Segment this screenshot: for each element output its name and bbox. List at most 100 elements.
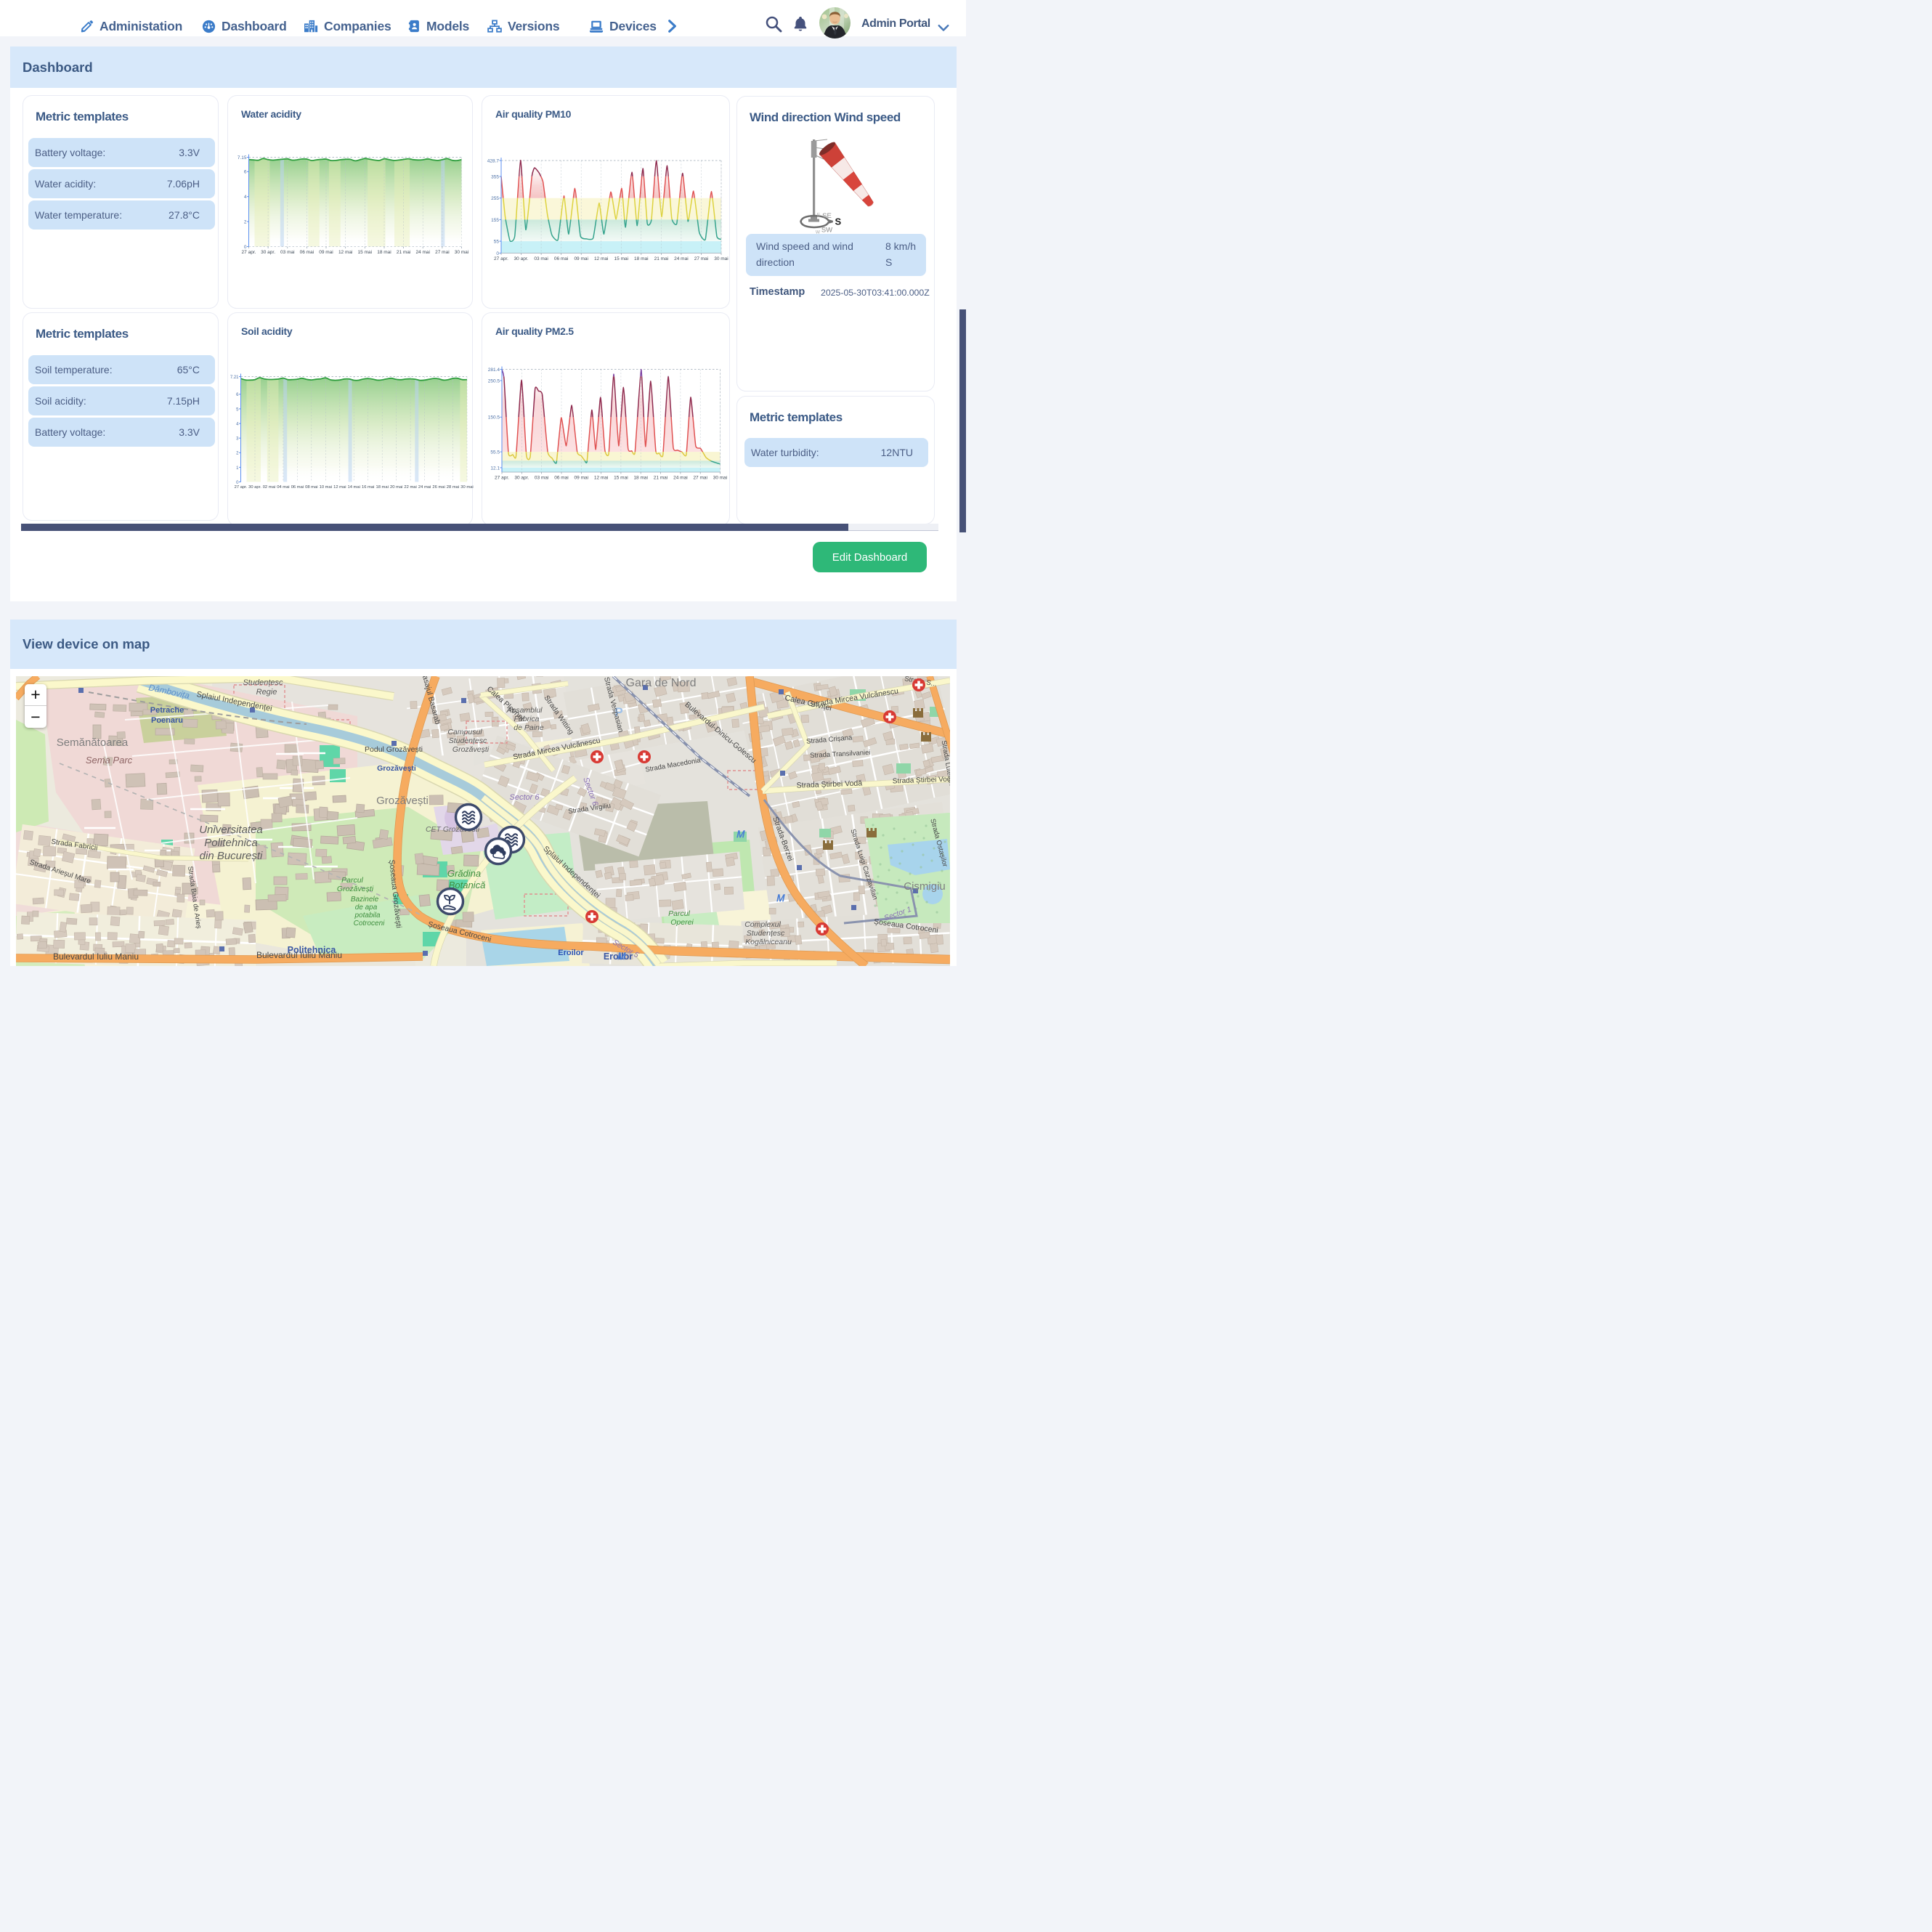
svg-text:03 mai: 03 mai [534,256,548,261]
svg-text:30 mai: 30 mai [714,256,728,261]
svg-text:6: 6 [236,393,239,397]
svg-text:Politehnica: Politehnica [204,837,257,849]
svg-text:30 apr.: 30 apr. [514,476,529,481]
svg-text:3: 3 [236,437,239,442]
svg-text:0: 0 [236,481,239,485]
svg-text:24 mai: 24 mai [674,256,689,261]
svg-text:Grozăvești: Grozăvești [377,764,416,773]
svg-text:27 mai: 27 mai [693,476,707,481]
svg-text:27 apr.: 27 apr. [242,250,256,255]
svg-text:Campusul: Campusul [447,728,482,736]
svg-text:09 mai: 09 mai [319,250,333,255]
svg-text:30 apr.: 30 apr. [261,250,275,255]
svg-text:24 mai: 24 mai [673,476,688,481]
svg-text:Kogălniceanu: Kogălniceanu [745,938,792,946]
svg-text:255: 255 [491,196,499,201]
svg-text:27 mai: 27 mai [435,250,450,255]
svg-text:E: E [817,213,821,218]
svg-text:06 mai: 06 mai [300,250,314,255]
svg-text:14 mai: 14 mai [347,485,360,490]
svg-text:SE: SE [822,212,832,220]
svg-text:24 mai: 24 mai [418,485,431,490]
svg-text:1: 1 [236,466,239,471]
svg-text:09 mai: 09 mai [574,256,588,261]
svg-text:06 mai: 06 mai [554,256,569,261]
svg-text:6: 6 [244,170,247,175]
svg-text:2: 2 [244,220,247,225]
svg-text:Semănătoarea: Semănătoarea [57,736,129,749]
svg-text:4: 4 [236,423,239,427]
svg-text:21 mai: 21 mai [654,256,669,261]
svg-text:0: 0 [244,245,247,250]
svg-text:Grozăvești: Grozăvești [452,745,490,754]
svg-text:din București: din București [200,850,263,862]
svg-text:28 mai: 28 mai [447,485,459,490]
svg-text:30 apr.: 30 apr. [514,256,529,261]
svg-text:Regie: Regie [256,688,277,697]
svg-text:𝑀: 𝑀 [617,951,627,962]
svg-text:Studențesc: Studențesc [243,678,283,687]
svg-text:06 mai: 06 mai [554,476,569,481]
svg-text:7.21: 7.21 [230,376,239,380]
svg-text:18 mai: 18 mai [377,250,391,255]
svg-text:12.1: 12.1 [490,466,500,471]
svg-text:03 mai: 03 mai [535,476,549,481]
svg-text:281.4: 281.4 [488,368,500,373]
svg-text:30 mai: 30 mai [460,485,473,490]
svg-text:Operei: Operei [670,918,694,927]
svg-text:30 mai: 30 mai [455,250,469,255]
svg-text:06 mai: 06 mai [291,485,304,490]
svg-text:155: 155 [491,218,499,223]
svg-text:12 mai: 12 mai [338,250,353,255]
svg-text:12 mai: 12 mai [594,256,609,261]
svg-text:18 mai: 18 mai [634,256,649,261]
svg-text:08 mai: 08 mai [305,485,317,490]
svg-text:Universitatea: Universitatea [199,824,263,836]
svg-text:30 mai: 30 mai [713,476,728,481]
svg-text:5: 5 [236,407,239,412]
svg-text:2: 2 [236,452,239,456]
svg-text:55.5: 55.5 [490,450,500,455]
svg-text:24 mai: 24 mai [415,250,430,255]
svg-text:21 mai: 21 mai [397,250,411,255]
svg-text:27 apr.: 27 apr. [494,256,508,261]
svg-text:Bulevardul Iuliu Maniu: Bulevardul Iuliu Maniu [53,951,139,962]
svg-text:7.15: 7.15 [238,155,247,161]
svg-text:12 mai: 12 mai [333,485,346,490]
svg-text:𝑀: 𝑀 [776,893,786,904]
svg-text:Grădina: Grădina [447,868,481,879]
svg-text:55: 55 [494,240,500,245]
svg-text:Studențesc: Studențesc [747,929,785,938]
svg-text:𝑀: 𝑀 [736,829,746,840]
svg-text:18 mai: 18 mai [376,485,388,490]
svg-text:de Paine: de Paine [514,723,544,732]
svg-text:250.5: 250.5 [488,378,500,383]
svg-text:Complexul: Complexul [744,920,781,929]
svg-text:16 mai: 16 mai [362,485,374,490]
svg-text:21 mai: 21 mai [654,476,668,481]
svg-text:Podul Grozăvești: Podul Grozăvești [365,745,423,754]
svg-text:15 mai: 15 mai [358,250,373,255]
svg-text:potabila: potabila [354,912,380,920]
svg-text:27 mai: 27 mai [694,256,709,261]
svg-text:15 mai: 15 mai [614,476,628,481]
svg-text:15 mai: 15 mai [614,256,629,261]
svg-text:de apa: de apa [355,904,378,912]
svg-text:Parcul: Parcul [668,909,690,918]
svg-text:26 mai: 26 mai [432,485,445,490]
svg-text:SW: SW [821,227,832,235]
svg-text:22 mai: 22 mai [404,485,416,490]
svg-text:02 mai: 02 mai [263,485,275,490]
svg-text:Bulevardul Iuliu Maniu: Bulevardul Iuliu Maniu [256,950,342,960]
svg-text:4: 4 [244,195,247,200]
svg-text:30 apr.: 30 apr. [248,485,261,490]
svg-text:Sector 6: Sector 6 [510,793,540,802]
svg-text:Sema Parc: Sema Parc [86,755,133,766]
svg-text:10 mai: 10 mai [320,485,332,490]
svg-text:Studențesc: Studențesc [449,736,487,745]
svg-text:S: S [835,216,842,227]
svg-text:0: 0 [496,251,499,256]
svg-text:Bazinele: Bazinele [351,896,379,904]
svg-text:Poenaru: Poenaru [151,716,183,725]
svg-text:04 mai: 04 mai [277,485,289,490]
